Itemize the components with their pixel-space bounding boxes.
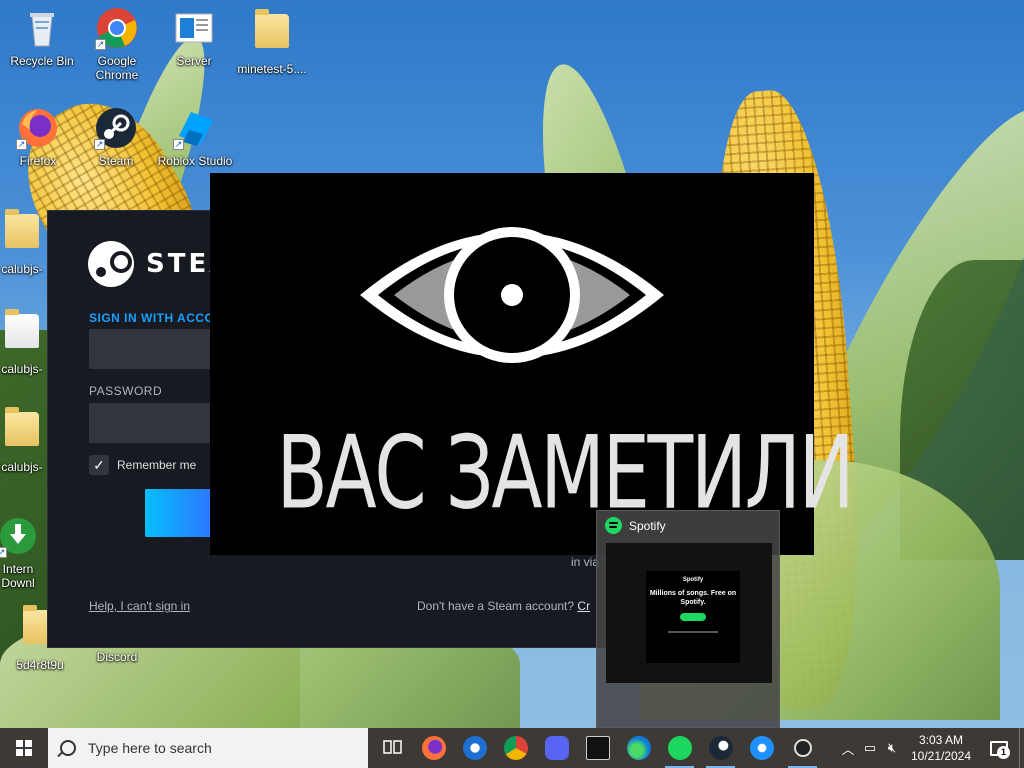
spotify-window-preview: Spotify Millions of songs. Free on Spoti…: [606, 543, 772, 683]
internet-explorer-icon: [749, 736, 774, 760]
shortcut-arrow-icon: ↗: [95, 39, 106, 50]
qr-sign-in-hint: in via: [571, 555, 600, 569]
password-input[interactable]: [89, 403, 229, 443]
task-view-button[interactable]: [372, 728, 413, 768]
notification-count-badge: 1: [997, 746, 1010, 759]
search-placeholder: Type here to search: [88, 740, 212, 756]
no-account-row: Don't have a Steam account? Cr: [417, 599, 590, 613]
taskbar-app-terminal[interactable]: [577, 728, 618, 768]
folder-icon: [250, 9, 294, 58]
clock-date: 10/21/2024: [910, 749, 972, 763]
spotify-promo-card: Spotify Millions of songs. Free on Spoti…: [646, 571, 740, 663]
spotify-icon: [667, 736, 692, 760]
desktop-icon-label: Roblox Studio: [157, 154, 233, 168]
taskbar-app-discord[interactable]: [536, 728, 577, 768]
taskbar-app-chrome[interactable]: [495, 728, 536, 768]
desktop-icon-label: Server: [176, 54, 212, 68]
overlay-window: ВАС ЗАМЕТИЛИ: [210, 173, 855, 555]
checkmark-icon: ✓: [89, 455, 109, 475]
desktop-icon-server[interactable]: Server: [152, 6, 236, 68]
terminal-icon: [585, 736, 610, 760]
desktop-icon-google-chrome[interactable]: ↗ Google Chrome: [75, 6, 159, 82]
taskbar-app-edge[interactable]: [618, 728, 659, 768]
remember-me-checkbox[interactable]: ✓ Remember me: [89, 455, 196, 475]
spotify-signup-button: [680, 613, 706, 621]
roblox-studio-icon: ↗: [173, 106, 217, 150]
system-tray: ︿ ▭ 🔇︎ 3:03 AM 10/21/2024 1: [837, 728, 1024, 768]
action-center-button[interactable]: 1: [979, 728, 1019, 768]
sign-in-with-account-label: SIGN IN WITH ACCOU: [89, 311, 224, 325]
search-icon: [60, 740, 76, 756]
desktop-icon-recycle-bin[interactable]: Recycle Bin: [0, 6, 84, 68]
desktop-icon-label: Discord: [96, 650, 138, 664]
shortcut-arrow-icon: ↗: [173, 139, 184, 150]
desktop-icon-steam[interactable]: ↗ Steam: [74, 106, 158, 168]
show-hidden-icons-chevron-icon[interactable]: ︿: [837, 728, 859, 768]
file-icon: [0, 309, 44, 358]
taskbar-app-steam[interactable]: [700, 728, 741, 768]
taskbar-app-thunderbird[interactable]: [454, 728, 495, 768]
taskbar-search-box[interactable]: Type here to search: [48, 728, 368, 768]
server-icon: [172, 6, 216, 50]
spotify-title-label: Spotify: [629, 518, 666, 533]
no-account-text: Don't have a Steam account?: [417, 599, 575, 613]
desktop-icon-internet-download-manager[interactable]: ↗ Intern Downl: [0, 514, 48, 590]
firefox-icon: [421, 736, 446, 760]
spotify-icon: [605, 517, 622, 534]
start-button[interactable]: [0, 728, 48, 768]
taskbar-app-unity[interactable]: [782, 728, 823, 768]
firefox-icon: ↗: [16, 106, 60, 150]
spotify-card-divider: [668, 631, 718, 633]
taskbar-clock[interactable]: 3:03 AM 10/21/2024: [903, 732, 979, 764]
windows-logo-icon: [16, 740, 32, 756]
spotify-card-message: Millions of songs. Free on Spotify.: [649, 590, 737, 606]
desktop-icon-minetest[interactable]: minetest-5....: [230, 6, 314, 76]
desktop-icon-label: Google Chrome: [95, 54, 139, 82]
folder-icon: [0, 407, 44, 456]
clock-time: 3:03 AM: [918, 733, 964, 747]
account-name-input[interactable]: [89, 329, 229, 369]
taskbar: Type here to search ︿ ▭ 🔇︎ 3:03 AM 10/21…: [0, 728, 1024, 768]
help-cant-sign-in-link[interactable]: Help, I can't sign in: [89, 599, 190, 613]
recycle-bin-icon: [20, 6, 64, 50]
shortcut-arrow-icon: ↗: [94, 139, 105, 150]
edge-icon: [626, 736, 651, 760]
desktop-icon-roblox-studio[interactable]: ↗ Roblox Studio: [153, 106, 237, 168]
chrome-icon: [503, 736, 528, 760]
show-desktop-button[interactable]: [1019, 728, 1024, 768]
task-view-icon: [382, 740, 402, 754]
sign-in-button[interactable]: [145, 489, 215, 537]
unity-icon: [793, 739, 812, 757]
taskbar-app-internet-explorer[interactable]: [741, 728, 782, 768]
desktop-icon-label: minetest-5....: [237, 62, 307, 76]
folder-icon: [0, 209, 44, 258]
spotify-card-brand: Spotify: [682, 577, 704, 583]
thunderbird-icon: [462, 736, 487, 760]
password-label: PASSWORD: [89, 384, 163, 398]
spotify-thumbnail-preview[interactable]: Spotify Spotify Millions of songs. Free …: [596, 510, 780, 728]
volume-muted-icon[interactable]: 🔇︎: [881, 728, 903, 768]
taskbar-app-firefox[interactable]: [413, 728, 454, 768]
internet-download-manager-icon: ↗: [0, 514, 40, 558]
desktop-icon-label: Recycle Bin: [10, 54, 74, 68]
create-account-link[interactable]: Cr: [577, 599, 590, 613]
desktop-icon-firefox[interactable]: ↗ Firefox: [0, 106, 80, 168]
desktop-icon-label: Steam: [98, 154, 134, 168]
steam-logo-icon: [88, 241, 134, 287]
desktop-icon-label: Intern Downl: [1, 562, 35, 590]
network-icon[interactable]: ▭: [859, 728, 881, 768]
steam-icon: ↗: [94, 106, 138, 150]
shortcut-arrow-icon: ↗: [16, 139, 27, 150]
desktop-icon-label: 5d4r8t9u: [16, 658, 64, 672]
desktop-icon-label: Firefox: [19, 154, 57, 168]
taskbar-app-spotify[interactable]: [659, 728, 700, 768]
spotify-thumbnail-title: Spotify: [605, 517, 666, 534]
eye-icon: [360, 227, 664, 363]
remember-me-label: Remember me: [117, 458, 197, 472]
steam-icon: [708, 736, 733, 760]
discord-icon: [544, 736, 569, 760]
chrome-icon: ↗: [95, 6, 139, 50]
shortcut-arrow-icon: ↗: [0, 547, 7, 558]
